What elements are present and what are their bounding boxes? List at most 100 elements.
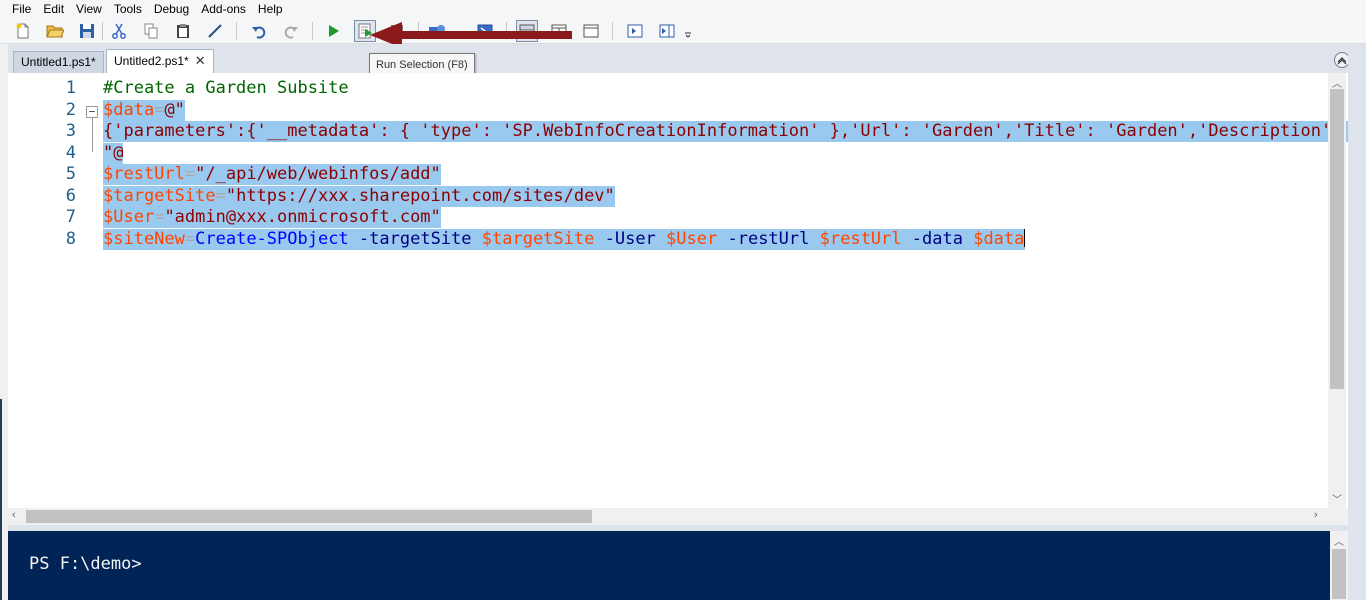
menu-view[interactable]: View [70, 0, 108, 18]
code-token: #Create a Garden Subsite [103, 78, 349, 98]
run-icon[interactable] [322, 20, 344, 42]
console-pane[interactable]: PS F:\demo> [8, 531, 1330, 600]
code-token: "admin@xxx.onmicrosoft.com" [164, 207, 441, 227]
line-number: 2 [65, 99, 76, 120]
script-tabs: Untitled1.ps1* Untitled2.ps1* ✕ [8, 44, 1366, 73]
menu-debug[interactable]: Debug [148, 0, 195, 18]
menu-file[interactable]: File [6, 0, 37, 18]
line-number: 6 [65, 185, 76, 206]
code-text: $targetSite="https://xxx.sharepoint.com/… [103, 185, 615, 207]
code-line[interactable]: 2 $data=@" [8, 99, 1348, 121]
code-token: -data [911, 228, 963, 249]
open-folder-icon[interactable] [44, 20, 66, 42]
code-token: = [184, 164, 196, 184]
code-line[interactable]: 5 $restUrl="/_api/web/webinfos/add" [8, 164, 1348, 185]
code-token: -User [604, 228, 656, 249]
code-token: "@ [103, 142, 124, 163]
code-token: Create-SPObject [195, 228, 349, 249]
tab-untitled2[interactable]: Untitled2.ps1* ✕ [106, 49, 214, 73]
code-line[interactable]: 8 $siteNew=Create-SPObject -targetSite $t… [8, 228, 1348, 250]
scroll-right-icon[interactable]: › [1314, 509, 1318, 521]
show-script-max-icon[interactable] [580, 20, 602, 42]
code-token: @" [164, 99, 185, 120]
editor-vertical-scrollbar[interactable]: ︿ ﹀ [1328, 73, 1346, 508]
tab-untitled1[interactable]: Untitled1.ps1* [13, 51, 104, 73]
redo-icon[interactable] [280, 20, 302, 42]
text-caret [1024, 228, 1026, 247]
chevron-up-icon [1337, 57, 1347, 65]
new-file-icon[interactable] [12, 20, 34, 42]
code-text: $restUrl="/_api/web/webinfos/add" [103, 164, 441, 185]
code-line[interactable]: 4 "@ [8, 142, 1348, 164]
cut-icon[interactable] [108, 20, 130, 42]
line-number: 1 [65, 78, 76, 98]
code-token: $targetSite [103, 185, 216, 206]
scroll-down-icon[interactable]: ﹀ [1332, 491, 1342, 506]
code-token: "https://xxx.sharepoint.com/sites/dev" [225, 185, 615, 206]
code-token: $data [103, 99, 155, 120]
line-number: 5 [65, 164, 76, 184]
show-command-addon-icon[interactable] [656, 20, 678, 42]
scroll-left-icon[interactable]: ‹ [12, 509, 16, 521]
ise-window: File Edit View Tools Debug Add-ons Help [0, 0, 1366, 600]
code-token: $restUrl [103, 164, 185, 184]
code-token: $User [103, 207, 155, 227]
code-token: $siteNew [103, 228, 185, 249]
code-line[interactable]: 3 {'parameters':{'__metadata': { 'type': … [8, 121, 1348, 142]
code-token: $restUrl [819, 228, 902, 249]
editor-horizontal-scrollbar[interactable]: ‹ › [8, 508, 1328, 525]
code-line[interactable]: 7 $User="admin@xxx.onmicrosoft.com" [8, 207, 1348, 228]
save-icon[interactable] [76, 20, 98, 42]
code-token: -targetSite [358, 228, 472, 249]
code-token: $data [973, 228, 1025, 249]
show-command-window-icon[interactable] [624, 20, 646, 42]
code-line[interactable]: 1 #Create a Garden Subsite [8, 78, 1348, 99]
code-token: "/_api/web/webinfos/add" [195, 164, 441, 184]
code-token: $targetSite [481, 228, 595, 249]
code-text: $siteNew=Create-SPObject -targetSite $ta… [103, 228, 1026, 250]
clear-icon[interactable] [204, 20, 226, 42]
code-text: $User="admin@xxx.onmicrosoft.com" [103, 207, 441, 228]
scrollbar-thumb[interactable] [26, 510, 592, 523]
scroll-up-icon[interactable]: ︿ [1332, 75, 1342, 90]
copy-icon[interactable] [140, 20, 162, 42]
code-text: "@ [103, 142, 124, 164]
code-token: = [154, 207, 165, 227]
menu-bar: File Edit View Tools Debug Add-ons Help [0, 0, 1366, 18]
menu-add-ons[interactable]: Add-ons [195, 0, 252, 18]
scrollbar-thumb[interactable] [1330, 89, 1344, 389]
line-number: 7 [65, 207, 76, 227]
scroll-up-icon[interactable]: ︿ [1334, 533, 1344, 548]
undo-icon[interactable] [248, 20, 270, 42]
code-token: = [184, 228, 196, 249]
code-text: #Create a Garden Subsite [103, 78, 349, 99]
menu-edit[interactable]: Edit [37, 0, 70, 18]
code-line[interactable]: 6 $targetSite="https://xxx.sharepoint.com… [8, 185, 1348, 207]
line-number: 3 [65, 121, 76, 141]
scrollbar-thumb[interactable] [1332, 549, 1346, 599]
line-number: 8 [65, 228, 76, 249]
menu-tools[interactable]: Tools [108, 0, 148, 18]
code-token: -restUrl [727, 228, 810, 249]
code-token: {'parameters':{'__metadata': { 'type': '… [103, 121, 1342, 141]
tab-label: Untitled1.ps1* [21, 55, 96, 69]
script-editor[interactable]: − 1 #Create a Garden Subsite 2 $data=@" 3 {'p… [8, 73, 1348, 508]
close-icon[interactable]: ✕ [195, 53, 206, 68]
code-token: $User [666, 228, 718, 249]
menu-help[interactable]: Help [252, 0, 289, 18]
console-vertical-scrollbar[interactable]: ︿ [1330, 531, 1348, 600]
toolbar-overflow-icon[interactable] [682, 20, 694, 42]
tab-label: Untitled2.ps1* [114, 54, 189, 68]
console-prompt: PS F:\demo> [29, 554, 142, 574]
paste-icon[interactable] [172, 20, 194, 42]
toolbar [0, 18, 1366, 44]
code-token: = [154, 99, 165, 120]
